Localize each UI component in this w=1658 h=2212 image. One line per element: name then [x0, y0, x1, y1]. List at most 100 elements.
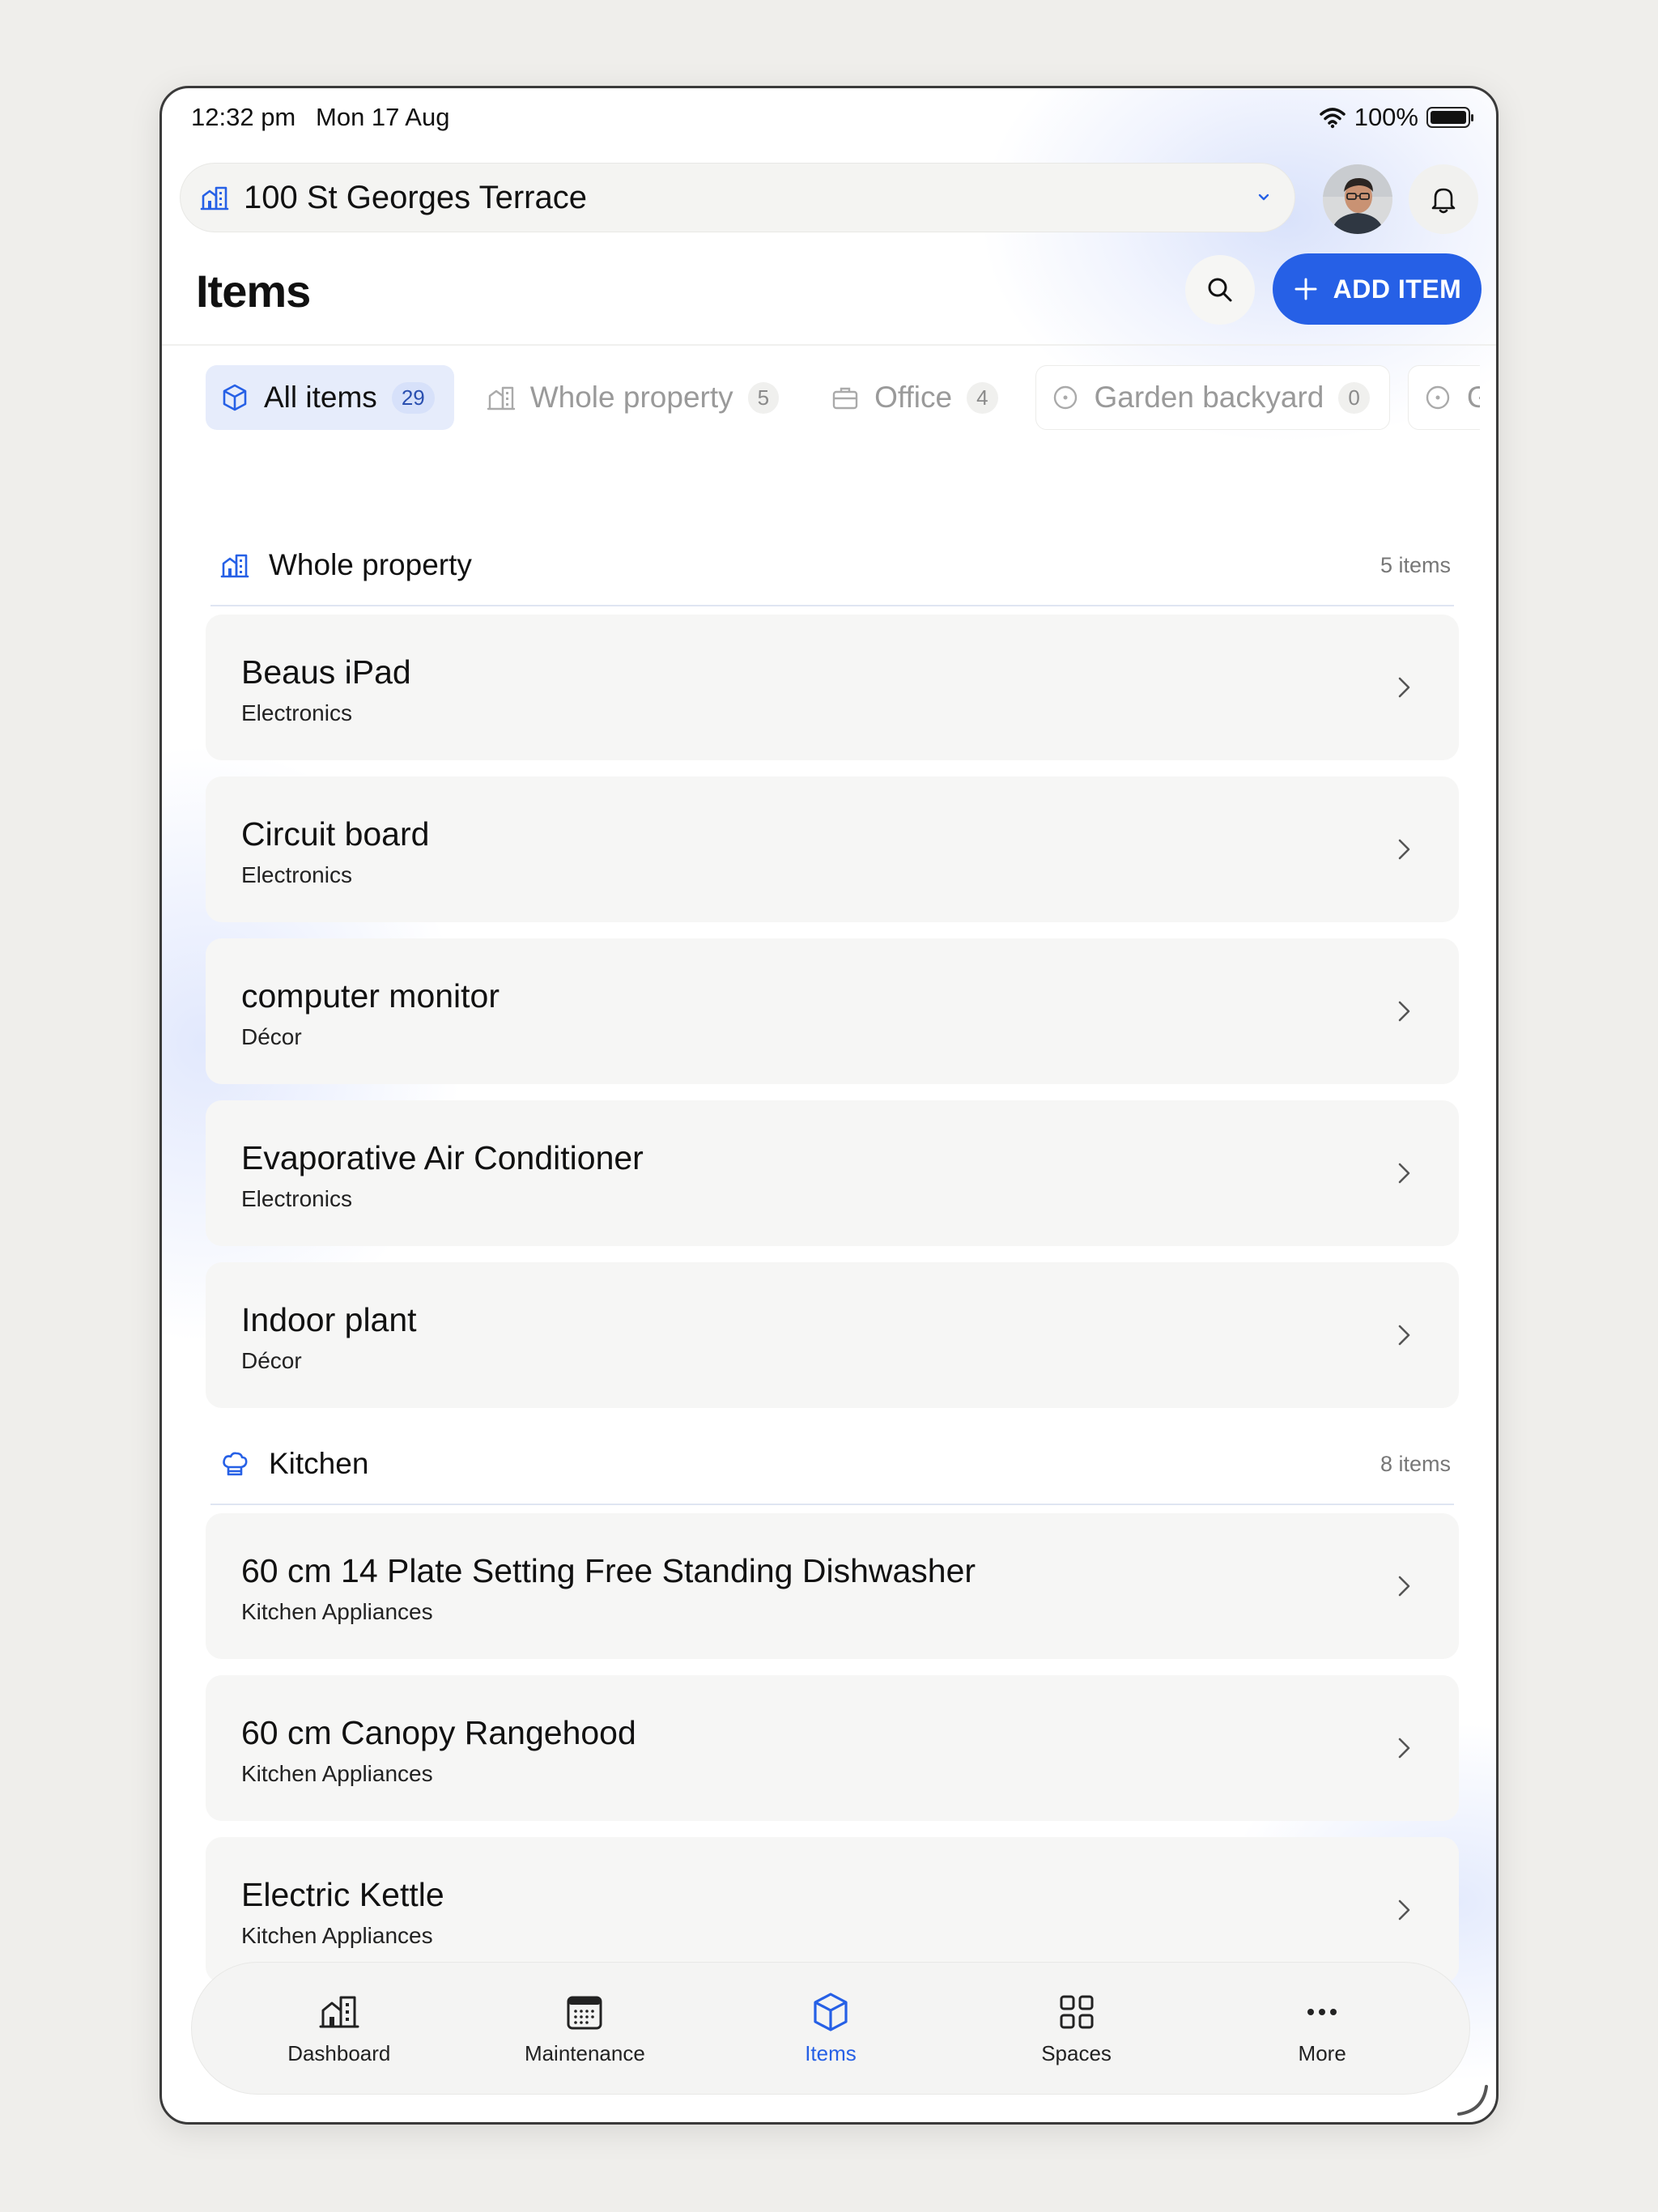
item-name: Electric Kettle [241, 1876, 444, 1913]
item-card[interactable]: Electric Kettle Kitchen Appliances [206, 1837, 1459, 1983]
tab-label: Ga [1467, 381, 1480, 415]
tab-garden-backyard[interactable]: Garden backyard 0 [1035, 365, 1390, 430]
circle-dot-icon [1053, 385, 1077, 410]
status-time: 12:32 pm [191, 103, 296, 131]
nav-label: Dashboard [287, 2040, 391, 2065]
calendar-icon [567, 1996, 602, 2029]
more-icon [1307, 2008, 1337, 2015]
tab-count-badge: 5 [747, 381, 780, 414]
resize-handle-icon[interactable] [1454, 2080, 1491, 2117]
nav-label: Items [805, 2040, 857, 2065]
property-name: 100 St Georges Terrace [244, 179, 587, 215]
ipad-screen: 12:32 pm Mon 17 Aug 100% 100 St Georges … [159, 86, 1499, 2125]
box-icon [814, 1992, 848, 2031]
nav-maintenance[interactable]: Maintenance [495, 1991, 674, 2066]
item-name: 60 cm Canopy Rangehood [241, 1714, 636, 1751]
search-button[interactable] [1185, 255, 1255, 325]
page-title: Items [196, 266, 311, 317]
item-category: Décor [241, 1024, 302, 1049]
building-icon [200, 186, 229, 211]
item-category: Kitchen Appliances [241, 1599, 433, 1624]
tab-count-badge: 0 [1338, 381, 1370, 414]
notifications-button[interactable] [1409, 164, 1478, 234]
section-title: Kitchen [269, 1447, 369, 1480]
tab-whole-property[interactable]: Whole property 5 [472, 365, 798, 430]
add-item-button[interactable]: ADD ITEM [1273, 253, 1482, 325]
circle-dot-icon [1426, 385, 1450, 410]
battery-percentage: 100% [1354, 103, 1418, 131]
nav-label: More [1298, 2040, 1346, 2065]
chef-hat-icon [223, 1452, 248, 1476]
section-count: 5 items [1380, 552, 1451, 577]
item-card[interactable]: Evaporative Air Conditioner Electronics [206, 1100, 1459, 1246]
battery-icon [1426, 107, 1473, 128]
section-count: 8 items [1380, 1451, 1451, 1476]
divider [162, 344, 1496, 346]
briefcase-icon [832, 387, 858, 410]
tab-count-badge: 4 [967, 381, 998, 414]
chevron-right-icon [1398, 1576, 1410, 1597]
chevron-down-icon [1258, 194, 1269, 201]
chevron-right-icon [1398, 677, 1410, 698]
tab-garage[interactable]: Ga [1407, 365, 1480, 430]
status-date: Mon 17 Aug [316, 103, 450, 131]
chevron-right-icon [1398, 839, 1410, 860]
section-header-kitchen: Kitchen 8 items [210, 1424, 1454, 1505]
search-icon [1208, 278, 1232, 302]
tab-office[interactable]: Office 4 [816, 365, 1017, 430]
item-name: Indoor plant [241, 1301, 417, 1338]
chevron-right-icon [1398, 1899, 1410, 1921]
box-icon [223, 384, 247, 411]
item-name: Evaporative Air Conditioner [241, 1139, 644, 1176]
section-title: Whole property [269, 548, 472, 581]
tab-count-badge: 29 [391, 381, 435, 414]
item-category: Kitchen Appliances [241, 1923, 433, 1948]
item-card[interactable]: Circuit board Electronics [206, 776, 1459, 922]
item-category: Décor [241, 1348, 302, 1373]
status-indicators: 100% [1319, 103, 1473, 132]
item-category: Electronics [241, 700, 352, 725]
tab-label: Garden backyard [1094, 381, 1324, 414]
avatar[interactable] [1323, 164, 1392, 234]
nav-dashboard[interactable]: Dashboard [250, 1991, 428, 2066]
tab-label: Office [874, 381, 953, 414]
chevron-right-icon [1398, 1738, 1410, 1759]
item-card[interactable]: Indoor plant Décor [206, 1262, 1459, 1408]
tab-label: Whole property [529, 381, 733, 414]
item-name: computer monitor [241, 977, 500, 1015]
item-category: Kitchen Appliances [241, 1761, 433, 1786]
item-name: Circuit board [241, 815, 430, 853]
building-icon [487, 386, 515, 410]
section-header-whole-property: Whole property 5 items [210, 525, 1454, 606]
nav-more[interactable]: More [1233, 1991, 1411, 2066]
dashboard-icon [319, 1996, 359, 2027]
bell-icon [1431, 188, 1456, 214]
property-selector[interactable]: 100 St Georges Terrace [180, 163, 1295, 232]
item-card[interactable]: 60 cm 14 Plate Setting Free Standing Dis… [206, 1513, 1459, 1659]
tab-label: All items [264, 381, 377, 414]
plus-icon [1295, 278, 1317, 300]
grid-icon [1060, 1995, 1094, 2028]
item-name: 60 cm 14 Plate Setting Free Standing Dis… [241, 1552, 976, 1589]
nav-items[interactable]: Items [742, 1991, 920, 2066]
space-filter-tabs: All items 29 Whole property 5 Office 4 G… [206, 365, 1480, 430]
wifi-icon [1319, 108, 1346, 129]
user-photo [1323, 164, 1392, 234]
bottom-tab-bar: Dashboard Maintenance Items Spaces More [191, 1962, 1470, 2095]
chevron-right-icon [1398, 1325, 1410, 1346]
chevron-right-icon [1398, 1001, 1410, 1022]
status-bar: 12:32 pm Mon 17 Aug 100% [162, 88, 1496, 156]
nav-spaces[interactable]: Spaces [988, 1991, 1166, 2066]
building-icon [220, 554, 249, 578]
tab-all-items[interactable]: All items 29 [206, 365, 454, 430]
item-card[interactable]: Beaus iPad Electronics [206, 615, 1459, 760]
add-item-label: ADD ITEM [1333, 274, 1462, 304]
item-category: Electronics [241, 862, 352, 887]
item-category: Electronics [241, 1186, 352, 1211]
item-card[interactable]: computer monitor Décor [206, 938, 1459, 1084]
chevron-right-icon [1398, 1163, 1410, 1184]
item-name: Beaus iPad [241, 653, 411, 691]
nav-label: Maintenance [524, 2040, 645, 2065]
item-card[interactable]: 60 cm Canopy Rangehood Kitchen Appliance… [206, 1675, 1459, 1821]
items-list: Whole property 5 items Beaus iPad Electr… [206, 525, 1459, 2004]
